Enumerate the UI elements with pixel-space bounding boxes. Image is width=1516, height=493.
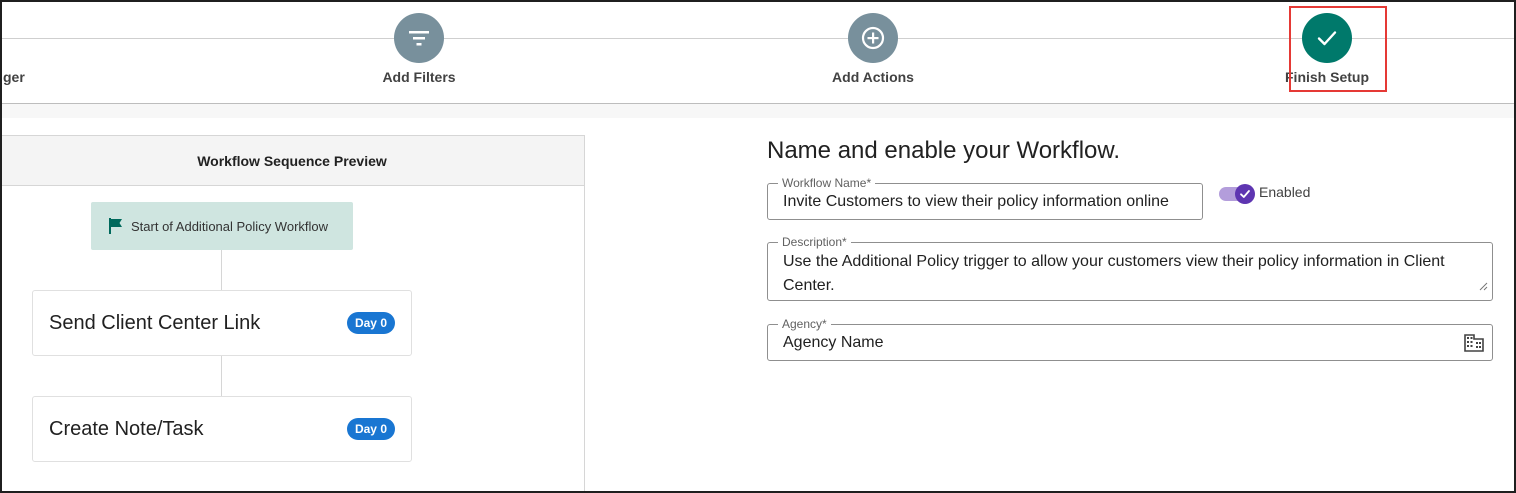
workflow-name-field[interactable]: Workflow Name* Invite Customers to view … [767, 176, 1203, 220]
plus-circle-icon[interactable] [848, 13, 898, 63]
action-card[interactable]: Create Note/Task Day 0 [32, 396, 412, 462]
step-add-actions[interactable]: Add Actions [773, 13, 973, 85]
description-label: Description* [778, 235, 851, 249]
step-label: Add Filters [382, 69, 456, 85]
step-trigger-label[interactable]: ger [3, 69, 25, 85]
workflow-stepper: ger Add Filters Add Actions Finish Setup [0, 0, 1516, 104]
enabled-label: Enabled [1259, 184, 1311, 200]
agency-label: Agency* [778, 317, 831, 331]
building-icon[interactable] [1464, 333, 1484, 358]
start-node[interactable]: Start of Additional Policy Workflow [91, 202, 353, 250]
filter-icon[interactable] [394, 13, 444, 63]
form-title: Name and enable your Workflow. [767, 137, 1121, 164]
connector-line [221, 356, 222, 396]
connector-line [221, 250, 222, 290]
day-badge: Day 0 [346, 312, 395, 334]
description-field[interactable]: Description* Use the Additional Policy t… [767, 235, 1493, 301]
flag-icon [107, 217, 125, 235]
preview-header: Workflow Sequence Preview [0, 135, 584, 186]
workflow-name-value[interactable]: Invite Customers to view their policy in… [783, 193, 1169, 211]
start-node-label: Start of Additional Policy Workflow [131, 218, 329, 234]
description-value[interactable]: Use the Additional Policy trigger to all… [783, 250, 1472, 298]
workflow-sequence-preview: Workflow Sequence Preview Start of Addit… [0, 135, 585, 493]
step-label: Add Actions [832, 69, 914, 85]
highlight-box [1289, 6, 1387, 92]
action-card-title: Send Client Center Link [49, 311, 261, 334]
check-icon [1235, 184, 1255, 204]
workflow-name-label: Workflow Name* [778, 176, 876, 190]
action-card[interactable]: Send Client Center Link Day 0 [32, 290, 412, 356]
action-card-title: Create Note/Task [49, 417, 204, 440]
toolbar-band [0, 104, 1516, 118]
resize-handle-icon[interactable] [1479, 278, 1488, 296]
agency-value[interactable]: Agency Name [783, 334, 884, 352]
enabled-toggle[interactable] [1219, 183, 1255, 204]
step-add-filters[interactable]: Add Filters [319, 13, 519, 85]
day-badge: Day 0 [346, 418, 395, 440]
agency-field[interactable]: Agency* Agency Name [767, 317, 1493, 361]
